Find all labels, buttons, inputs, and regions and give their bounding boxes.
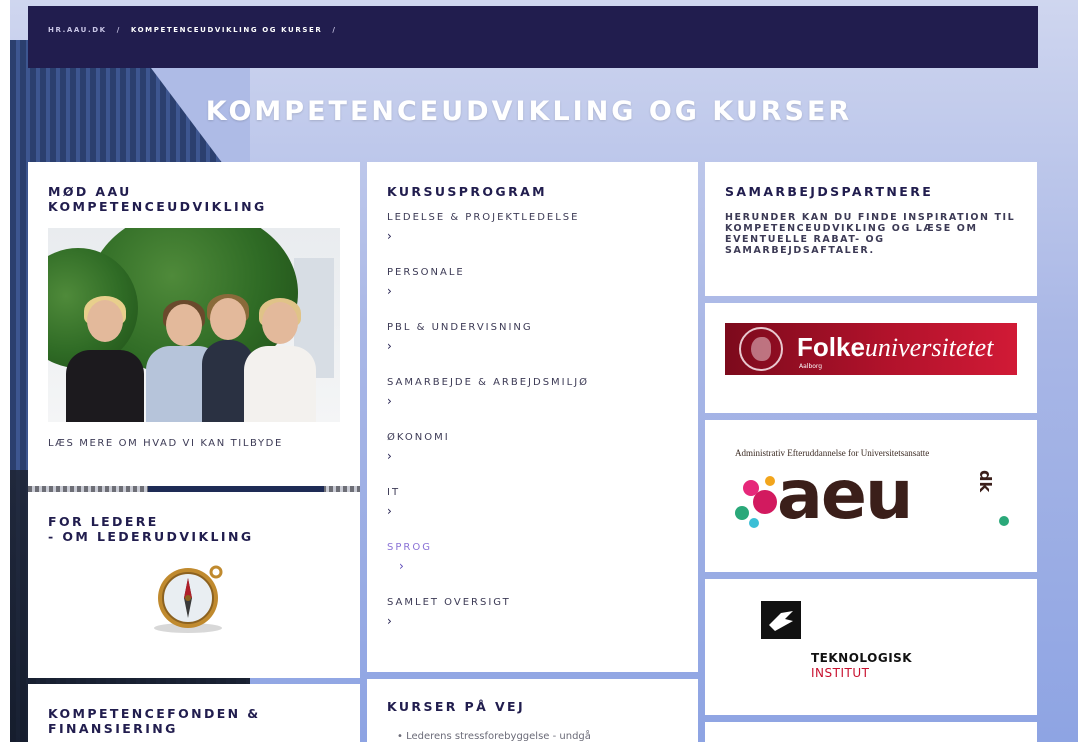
- card-title: KURSER PÅ VEJ: [387, 699, 526, 714]
- course-item-overview[interactable]: SAMLET OVERSIGT ›: [387, 597, 677, 628]
- chevron-right-icon[interactable]: ›: [387, 504, 677, 518]
- breadcrumb-home-link[interactable]: HR.AAU.DK: [48, 26, 107, 34]
- course-item-economy[interactable]: ØKONOMI ›: [387, 432, 677, 463]
- card-competence-fund[interactable]: KOMPETENCEFONDEN & FINANSIERING: [28, 684, 360, 742]
- card-partners: SAMARBEJDSPARTNERE HERUNDER KAN DU FINDE…: [705, 162, 1037, 296]
- chevron-right-icon[interactable]: ›: [399, 559, 677, 573]
- course-item-label[interactable]: PERSONALE: [387, 267, 677, 278]
- folkeuniversitetet-logo[interactable]: Folkeuniversitetet Aalborg: [725, 323, 1017, 375]
- breadcrumb: HR.AAU.DK / KOMPETENCEUDVIKLING OG KURSE…: [48, 26, 343, 34]
- chevron-right-icon[interactable]: ›: [387, 229, 677, 243]
- read-more-link[interactable]: LÆS MERE OM HVAD VI KAN TILBYDE: [48, 438, 283, 449]
- card-for-leaders[interactable]: FOR LEDERE - OM LEDERUDVIKLING: [28, 492, 360, 678]
- person-image: [66, 292, 144, 422]
- partner-folkeuniversitetet[interactable]: Folkeuniversitetet Aalborg: [705, 303, 1037, 413]
- logo-dot: [753, 490, 777, 514]
- card-title[interactable]: KOMPETENCEFONDEN & FINANSIERING: [48, 706, 338, 736]
- card-course-program: KURSUSPROGRAM LEDELSE & PROJEKTLEDELSE ›…: [367, 162, 698, 672]
- chevron-right-icon[interactable]: ›: [387, 284, 677, 298]
- teknologisk-institut-sub: INSTITUT: [811, 666, 870, 680]
- list-item[interactable]: • Lederens stressforebyggelse - undgå: [397, 731, 591, 742]
- course-item-management[interactable]: LEDELSE & PROJEKTLEDELSE ›: [387, 212, 677, 243]
- card-title[interactable]: MØD AAU KOMPETENCEUDVIKLING: [48, 184, 338, 214]
- chevron-right-icon[interactable]: ›: [387, 614, 677, 628]
- aeu-dk: dk: [976, 470, 995, 493]
- course-item-label[interactable]: SAMLET OVERSIGT: [387, 597, 677, 608]
- teknologisk-institut-name: TEKNOLOGISK: [811, 651, 913, 665]
- course-item-label[interactable]: LEDELSE & PROJEKTLEDELSE: [387, 212, 677, 223]
- team-photo: [48, 228, 340, 422]
- partner-teknologisk-institut[interactable]: TEKNOLOGISK INSTITUT: [705, 579, 1037, 715]
- top-navigation-bar: [28, 6, 1038, 68]
- course-item-label[interactable]: SPROG: [387, 542, 677, 553]
- breadcrumb-separator: /: [332, 26, 337, 34]
- breadcrumb-separator: /: [116, 26, 121, 34]
- card-title[interactable]: FOR LEDERE - OM LEDERUDVIKLING: [48, 514, 338, 544]
- logo-dot: [999, 516, 1009, 526]
- seal-icon: [739, 327, 783, 371]
- course-item-label[interactable]: PBL & UNDERVISNING: [387, 322, 677, 333]
- course-item-pbl[interactable]: PBL & UNDERVISNING ›: [387, 322, 677, 353]
- person-image: [244, 296, 316, 422]
- partner-aeu[interactable]: Administrativ Efteruddannelse for Univer…: [705, 420, 1037, 572]
- logo-dot: [735, 506, 749, 520]
- course-item-label[interactable]: ØKONOMI: [387, 432, 677, 443]
- chevron-right-icon[interactable]: ›: [387, 339, 677, 353]
- page-title: KOMPETENCEUDVIKLING OG KURSER: [205, 96, 853, 127]
- logo-dot: [765, 476, 775, 486]
- card-upcoming-courses: KURSER PÅ VEJ • Lederens stressforebygge…: [367, 679, 698, 742]
- course-item-personnel[interactable]: PERSONALE ›: [387, 267, 677, 298]
- course-item-language[interactable]: SPROG ›: [387, 542, 677, 573]
- aeu-logo[interactable]: aeu: [777, 456, 913, 536]
- course-item-it[interactable]: IT ›: [387, 487, 677, 518]
- card-title: SAMARBEJDSPARTNERE: [725, 184, 934, 199]
- course-item-label[interactable]: IT: [387, 487, 677, 498]
- partner-card[interactable]: [705, 722, 1037, 742]
- chevron-right-icon[interactable]: ›: [387, 449, 677, 463]
- course-item-cooperation[interactable]: SAMARBEJDE & ARBEJDSMILJØ ›: [387, 377, 677, 408]
- logo-dot: [749, 518, 759, 528]
- card-title: KURSUSPROGRAM: [387, 184, 548, 199]
- course-item-label[interactable]: SAMARBEJDE & ARBEJDSMILJØ: [387, 377, 677, 388]
- partners-description: HERUNDER KAN DU FINDE INSPIRATION TIL KO…: [725, 212, 1016, 256]
- breadcrumb-current[interactable]: KOMPETENCEUDVIKLING OG KURSER: [131, 26, 322, 34]
- compass-image: [154, 565, 223, 633]
- teknologisk-institut-logo-icon: [761, 601, 801, 639]
- card-meet-aau[interactable]: MØD AAU KOMPETENCEUDVIKLING LÆS MERE OM …: [28, 162, 360, 486]
- chevron-right-icon[interactable]: ›: [387, 394, 677, 408]
